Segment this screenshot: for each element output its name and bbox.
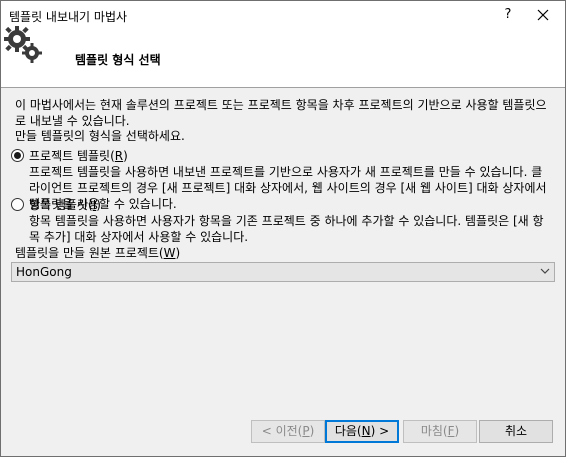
chevron-down-icon [540,268,550,274]
item-template-description: 항목 템플릿을 사용하면 사용자가 항목을 기존 프로젝트 중 하나에 추가할 … [29,214,544,244]
close-button[interactable] [531,5,555,25]
next-button[interactable]: 다음(N) > [325,420,399,443]
prompt-text: 만들 템플릿의 형식을 선택하세요. [15,129,185,143]
project-template-description: 프로젝트 템플릿을 사용하면 내보낸 프로젝트를 기반으로 사용자가 새 프로젝… [29,165,547,211]
radio-button-checked[interactable] [11,149,24,162]
project-template-radio[interactable]: 프로젝트 템플릿(R) [11,147,128,164]
close-icon [537,9,549,21]
finish-button[interactable]: 마침(F) [403,420,477,443]
intro-text: 이 마법사에서는 현재 솔루션의 프로젝트 또는 프로젝트 항목을 차후 프로젝… [15,98,547,128]
wizard-header: 템플릿 형식 선택 [1,26,565,88]
project-template-label: 프로젝트 템플릿(R) [29,149,128,163]
source-project-select[interactable]: HonGong [11,262,555,282]
source-project-value: HonGong [16,265,72,279]
help-button[interactable]: ? [497,5,519,25]
export-template-wizard-window: 템플릿 내보내기 마법사 ? 템플릿 형식 선택 이 마법사에서는 현재 솔루션… [0,0,566,457]
item-template-label: 항목 템플릿(I) [29,198,101,212]
wizard-content: 이 마법사에서는 현재 솔루션의 프로젝트 또는 프로젝트 항목을 차후 프로젝… [11,97,555,282]
gear-wizard-icon [4,26,42,63]
item-template-radio[interactable]: 항목 템플릿(I) [11,196,101,213]
cancel-button[interactable]: 취소 [479,420,553,443]
page-title: 템플릿 형식 선택 [75,53,161,67]
window-title: 템플릿 내보내기 마법사 [9,10,128,24]
title-bar: 템플릿 내보내기 마법사 ? [1,1,565,31]
previous-button[interactable]: < 이전(P) [251,420,325,443]
source-project-label: 템플릿을 만들 원본 프로젝트(W) [15,246,181,260]
radio-button-unchecked[interactable] [11,198,24,211]
